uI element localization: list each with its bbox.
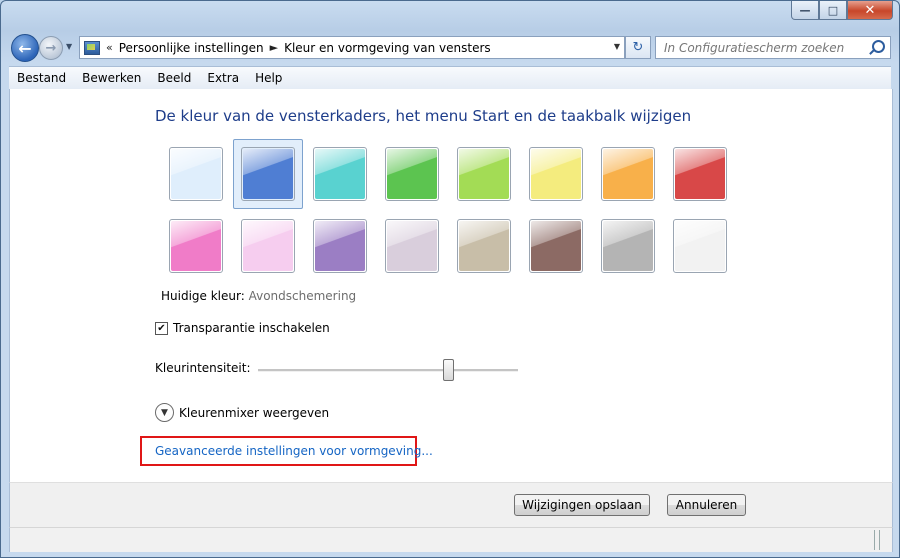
main-content: De kleur van de vensterkaders, het menu … [9, 89, 893, 482]
transparency-label[interactable]: Transparantie inschakelen [173, 321, 330, 335]
current-color-label: Huidige kleur: [161, 289, 245, 303]
cancel-button[interactable]: Annuleren [667, 494, 746, 516]
maximize-icon[interactable]: □ [819, 1, 847, 20]
swatch-fill [171, 149, 221, 199]
color-swatch[interactable] [385, 219, 439, 273]
color-swatch[interactable] [241, 219, 295, 273]
swatch-fill [675, 149, 725, 199]
close-icon[interactable]: ✕ [847, 1, 893, 20]
color-swatch[interactable] [313, 219, 367, 273]
swatch-fill [387, 221, 437, 271]
save-changes-button[interactable]: Wijzigingen opslaan [514, 494, 650, 516]
breadcrumb-separator-icon[interactable]: ► [270, 41, 278, 54]
swatch-fill [459, 149, 509, 199]
menu-bar: Bestand Bewerken Beeld Extra Help [9, 66, 891, 89]
color-swatch[interactable] [601, 147, 655, 201]
search-input[interactable] [662, 39, 874, 56]
transparency-checkbox[interactable]: ✔ [155, 321, 168, 335]
color-swatch[interactable] [457, 147, 511, 201]
navigation-bar: ← → ▼ « Persoonlijke instellingen ► Kleu… [9, 32, 893, 62]
swatch-fill [603, 221, 653, 271]
breadcrumb-personalization[interactable]: Persoonlijke instellingen [119, 41, 264, 55]
color-swatch[interactable] [529, 147, 583, 201]
menu-help[interactable]: Help [247, 71, 290, 85]
color-mixer-label[interactable]: Kleurenmixer weergeven [179, 406, 329, 420]
color-swatch[interactable] [601, 219, 655, 273]
search-box[interactable] [655, 36, 891, 59]
intensity-slider-thumb[interactable] [443, 359, 454, 381]
resize-grip-icon[interactable] [874, 530, 880, 550]
swatch-fill [243, 149, 293, 199]
intensity-slider-track[interactable] [258, 369, 518, 372]
menu-edit[interactable]: Bewerken [74, 71, 149, 85]
transparency-option[interactable]: ✔ Transparantie inschakelen [155, 321, 330, 335]
advanced-appearance-link[interactable]: Geavanceerde instellingen voor vormgevin… [155, 444, 433, 458]
recent-pages-chevron-icon[interactable]: ▼ [66, 42, 72, 51]
swatch-fill [675, 221, 725, 271]
color-swatch[interactable] [241, 147, 295, 201]
button-bar: Wijzigingen opslaan Annuleren [9, 482, 893, 527]
back-arrow-icon[interactable]: ← [11, 34, 39, 62]
swatch-fill [459, 221, 509, 271]
swatch-fill [315, 149, 365, 199]
color-swatch[interactable] [529, 219, 583, 273]
current-color-value: Avondschemering [248, 289, 357, 303]
search-icon[interactable] [872, 40, 885, 53]
window-controls: — □ ✕ [791, 1, 893, 20]
control-panel-icon [84, 40, 100, 55]
color-swatch[interactable] [313, 147, 367, 201]
intensity-label: Kleurintensiteit: [155, 361, 251, 375]
color-swatch[interactable] [169, 147, 223, 201]
swatch-fill [387, 149, 437, 199]
forward-arrow-icon[interactable]: → [39, 36, 63, 60]
chevron-down-icon[interactable]: ▼ [155, 403, 174, 422]
color-swatch[interactable] [385, 147, 439, 201]
address-bar[interactable]: « Persoonlijke instellingen ► Kleur en v… [79, 36, 625, 59]
minimize-icon[interactable]: — [791, 1, 819, 20]
color-swatch[interactable] [457, 219, 511, 273]
breadcrumb-window-color[interactable]: Kleur en vormgeving van vensters [284, 41, 491, 55]
menu-file[interactable]: Bestand [9, 71, 74, 85]
breadcrumb-overflow[interactable]: « [106, 41, 113, 54]
swatch-fill [243, 221, 293, 271]
page-title: De kleur van de vensterkaders, het menu … [155, 107, 692, 125]
swatch-fill [531, 221, 581, 271]
refresh-icon[interactable]: ↻ [625, 36, 651, 59]
swatch-fill [603, 149, 653, 199]
color-swatch[interactable] [673, 147, 727, 201]
swatch-fill [315, 221, 365, 271]
swatch-fill [531, 149, 581, 199]
menu-view[interactable]: Beeld [149, 71, 199, 85]
menu-tools[interactable]: Extra [199, 71, 247, 85]
swatch-fill [171, 221, 221, 271]
current-color: Huidige kleur: Avondschemering [161, 289, 356, 303]
color-mixer-toggle[interactable]: ▼ Kleurenmixer weergeven [155, 403, 329, 422]
control-panel-window: — □ ✕ ← → ▼ « Persoonlijke instellingen … [0, 0, 900, 558]
status-bar [9, 527, 893, 552]
color-swatch[interactable] [673, 219, 727, 273]
color-swatch[interactable] [169, 219, 223, 273]
address-dropdown-icon[interactable]: ▼ [614, 42, 620, 51]
